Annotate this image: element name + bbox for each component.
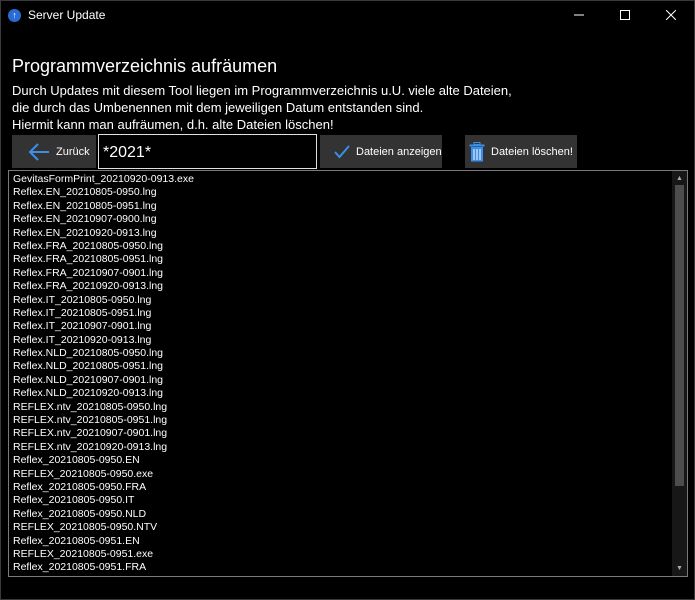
scroll-up-arrow-icon[interactable]: ▲ [672, 171, 687, 186]
back-button-label: Zurück [56, 145, 90, 158]
list-item[interactable]: REFLEX.ntv_20210920-0913.lng [13, 441, 687, 454]
list-item[interactable]: Reflex.NLD_20210907-0901.lng [13, 374, 687, 387]
minimize-icon [574, 14, 584, 16]
vertical-scrollbar[interactable]: ▲ ▼ [672, 171, 687, 576]
list-item[interactable]: Reflex.IT_20210907-0901.lng [13, 320, 687, 333]
list-item[interactable]: Reflex.FRA_20210907-0901.lng [13, 267, 687, 280]
window-controls [556, 1, 694, 29]
close-icon [666, 10, 676, 20]
description: Durch Updates mit diesem Tool liegen im … [12, 82, 512, 133]
delete-files-button[interactable]: Dateien löschen! [465, 135, 577, 168]
page-title: Programmverzeichnis aufräumen [12, 56, 278, 76]
list-item[interactable]: REFLEX.ntv_20210907-0901.lng [13, 427, 687, 440]
list-item[interactable]: Reflex_20210805-0950.IT [13, 494, 687, 507]
list-item[interactable]: Reflex.EN_20210907-0900.lng [13, 213, 687, 226]
list-item[interactable]: Reflex_20210805-0950.EN [13, 454, 687, 467]
description-line: Hiermit kann man aufräumen, d.h. alte Da… [12, 117, 334, 132]
list-item[interactable]: REFLEX.ntv_20210805-0951.lng [13, 414, 687, 427]
list-item[interactable]: REFLEX_20210805-0950.exe [13, 468, 687, 481]
list-item[interactable]: Reflex.EN_20210805-0951.lng [13, 200, 687, 213]
maximize-icon [620, 10, 630, 20]
app-icon: ↑ [8, 8, 21, 22]
list-item[interactable]: Reflex.IT_20210805-0950.lng [13, 294, 687, 307]
list-item[interactable]: Reflex.EN_20210805-0950.lng [13, 186, 687, 199]
filter-input[interactable] [98, 134, 317, 169]
list-item[interactable]: REFLEX.ntv_20210805-0950.lng [13, 401, 687, 414]
list-item[interactable]: Reflex.NLD_20210920-0913.lng [13, 387, 687, 400]
back-button[interactable]: Zurück [12, 135, 96, 168]
list-item[interactable]: Reflex_20210805-0950.NLD [13, 508, 687, 521]
list-item[interactable]: Reflex.FRA_20210805-0950.lng [13, 240, 687, 253]
show-files-button[interactable]: Dateien anzeigen [320, 135, 442, 168]
list-item[interactable]: REFLEX_20210805-0950.NTV [13, 521, 687, 534]
list-item[interactable]: Reflex_20210805-0951.EN [13, 535, 687, 548]
file-list[interactable]: GevitasFormPrint_20210920-0913.exe Reflex… [8, 170, 688, 577]
close-button[interactable] [648, 1, 694, 29]
description-line: Durch Updates mit diesem Tool liegen im … [12, 83, 512, 98]
list-item[interactable]: GevitasFormPrint_20210920-0913.exe [13, 173, 687, 186]
minimize-button[interactable] [556, 1, 602, 29]
trash-icon [469, 141, 485, 162]
checkmark-icon [334, 144, 350, 159]
list-item[interactable]: Reflex.IT_20210805-0951.lng [13, 307, 687, 320]
description-line: die durch das Umbenennen mit dem jeweili… [12, 100, 424, 115]
list-item[interactable]: Reflex.IT_20210920-0913.lng [13, 334, 687, 347]
list-item[interactable]: Reflex_20210805-0951.IT [13, 575, 687, 576]
maximize-button[interactable] [602, 1, 648, 29]
show-files-label: Dateien anzeigen [356, 145, 442, 158]
window-title: Server Update [28, 8, 106, 22]
list-item[interactable]: Reflex.NLD_20210805-0951.lng [13, 360, 687, 373]
scroll-down-arrow-icon[interactable]: ▼ [672, 561, 687, 576]
list-item[interactable]: Reflex.EN_20210920-0913.lng [13, 227, 687, 240]
list-item[interactable]: Reflex_20210805-0951.FRA [13, 561, 687, 574]
delete-files-label: Dateien löschen! [491, 145, 573, 158]
list-item[interactable]: Reflex.FRA_20210805-0951.lng [13, 253, 687, 266]
list-item[interactable]: Reflex_20210805-0950.FRA [13, 481, 687, 494]
scroll-thumb[interactable] [675, 185, 684, 486]
file-list-items: GevitasFormPrint_20210920-0913.exe Reflex… [9, 171, 687, 576]
list-item[interactable]: REFLEX_20210805-0951.exe [13, 548, 687, 561]
title-bar[interactable]: ↑ Server Update [1, 1, 694, 29]
list-item[interactable]: Reflex.FRA_20210920-0913.lng [13, 280, 687, 293]
arrow-left-icon [28, 142, 50, 161]
window: ↑ Server Update Programmverzeichnis aufr… [0, 0, 695, 600]
list-item[interactable]: Reflex.NLD_20210805-0950.lng [13, 347, 687, 360]
